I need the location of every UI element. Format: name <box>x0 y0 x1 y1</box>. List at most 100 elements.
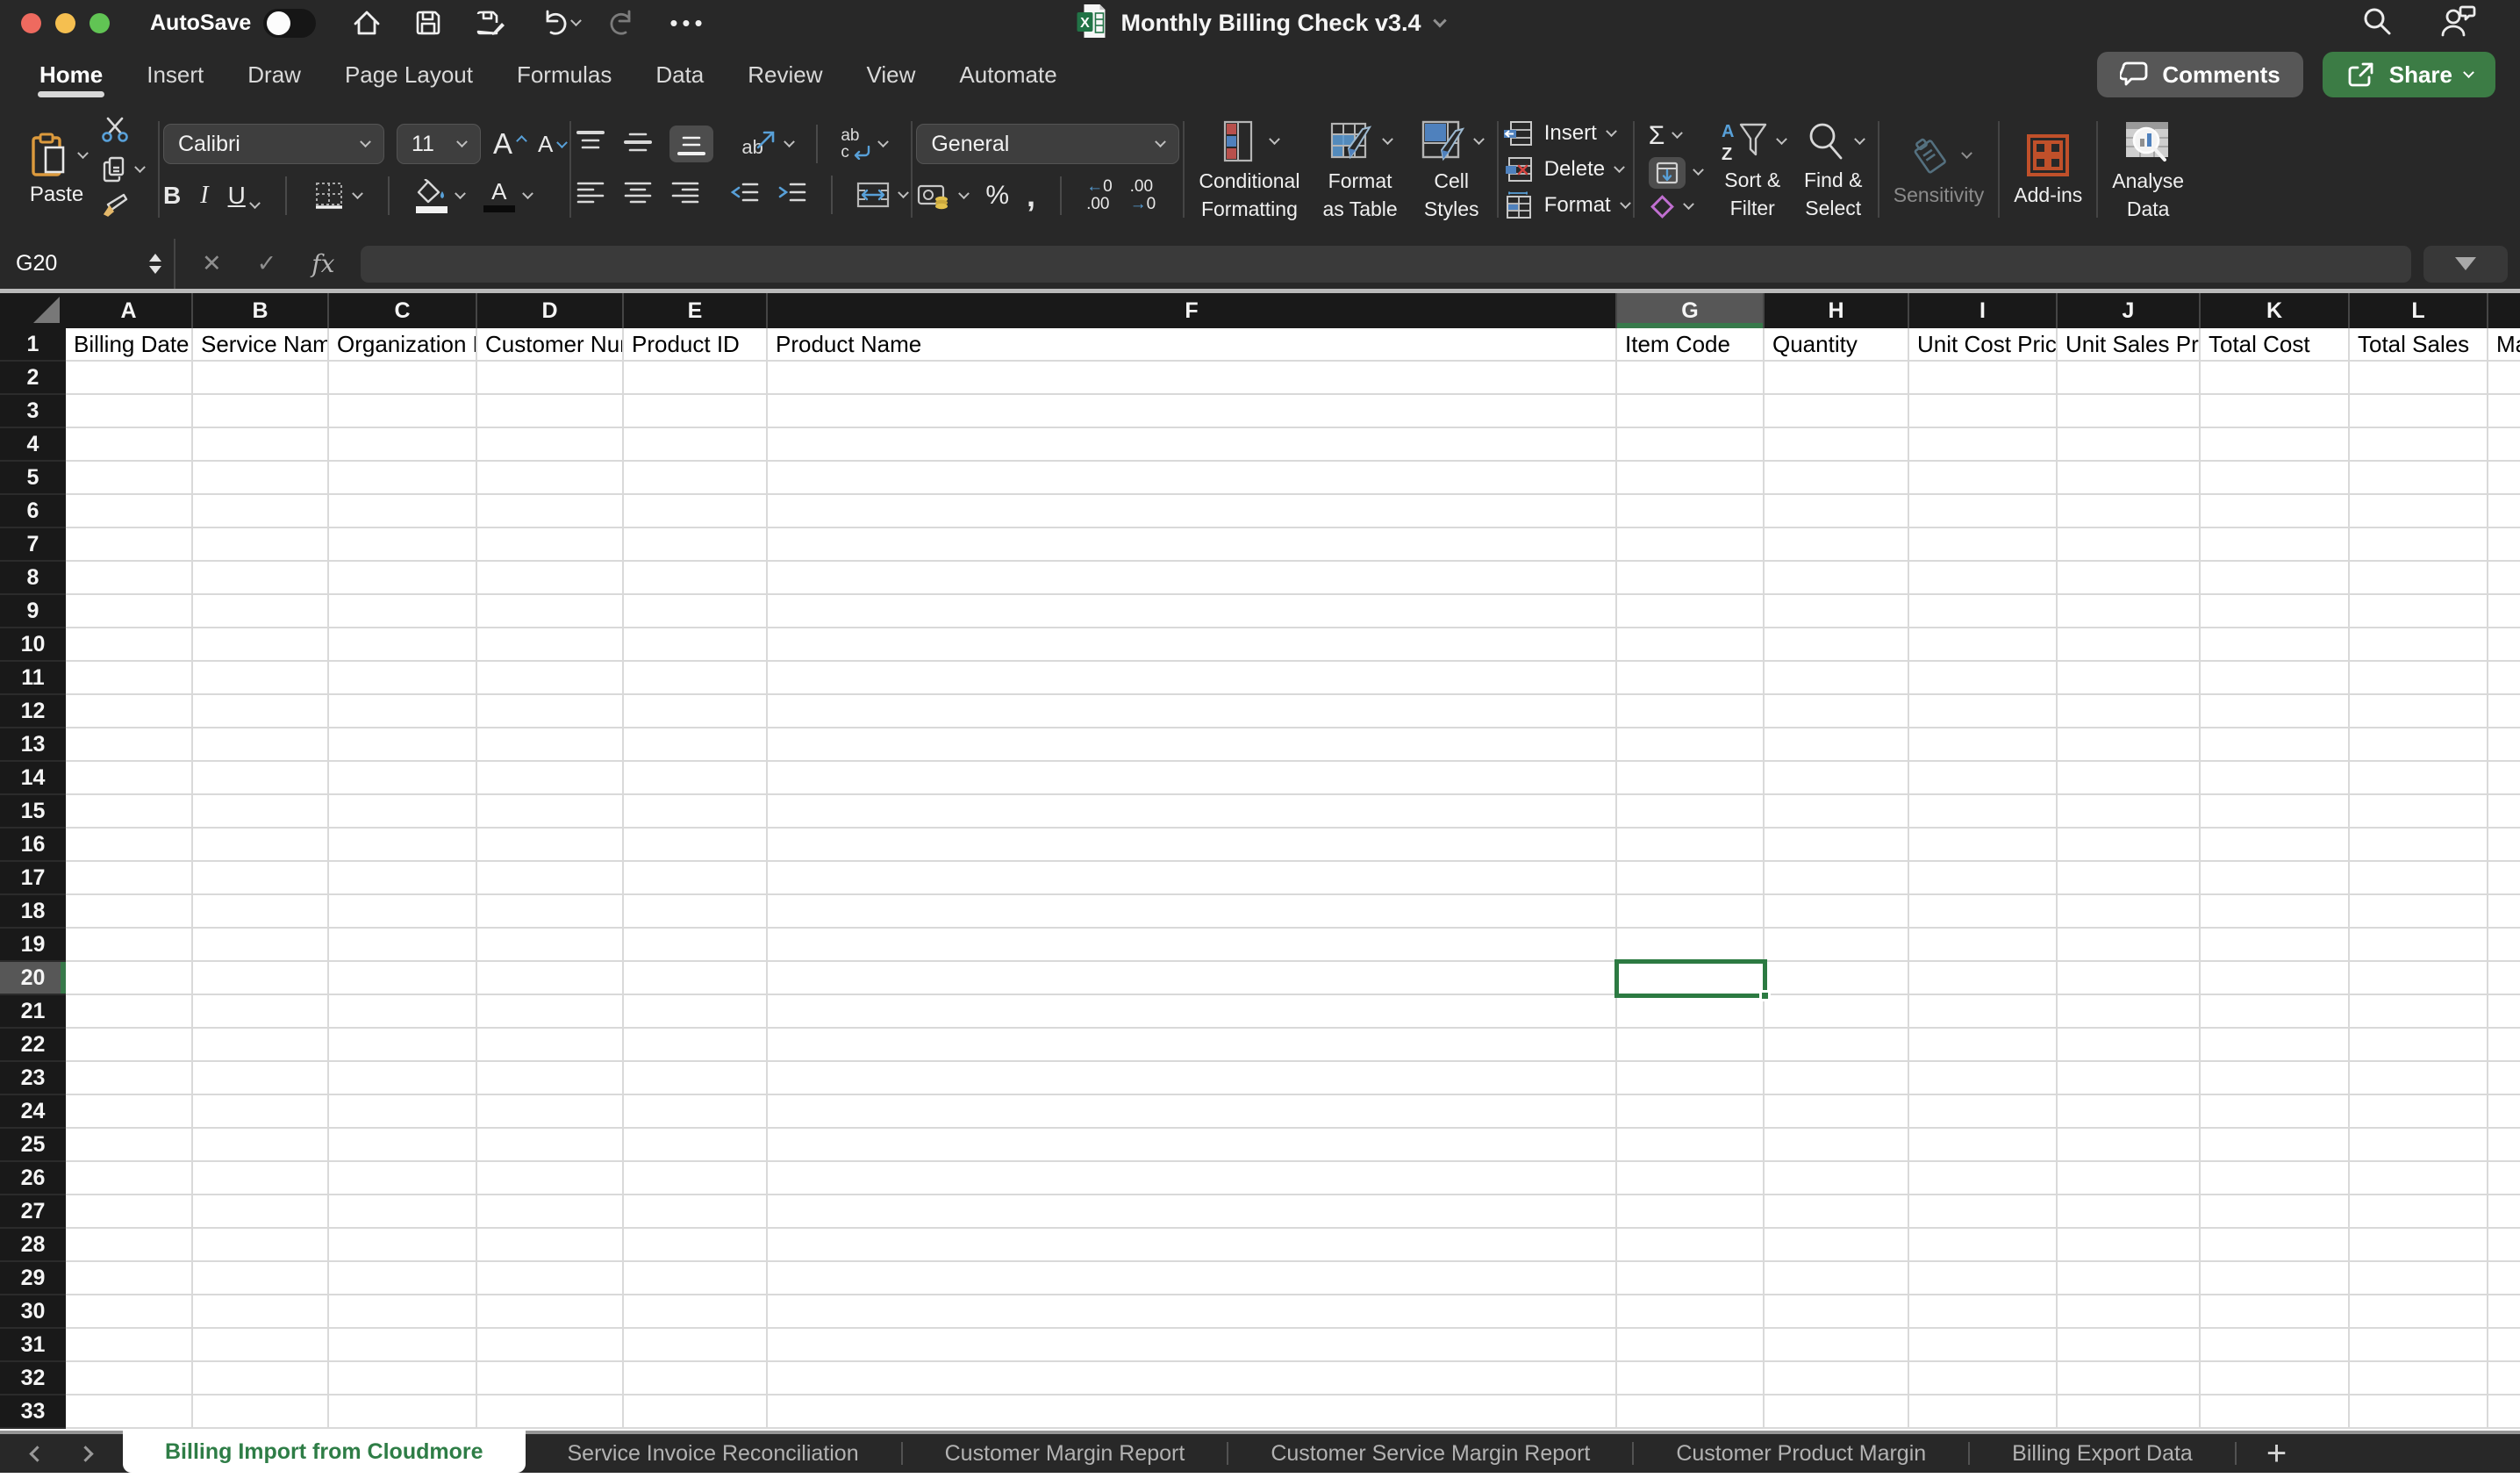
increase-font-size-button[interactable]: A <box>493 127 526 161</box>
cell-A24[interactable] <box>66 1095 193 1129</box>
cell-E28[interactable] <box>624 1229 768 1262</box>
cell-L18[interactable] <box>2350 895 2488 929</box>
cell-C10[interactable] <box>329 628 477 662</box>
cell-D32[interactable] <box>477 1362 624 1395</box>
cell-I33[interactable] <box>1909 1395 2058 1429</box>
cell-E24[interactable] <box>624 1095 768 1129</box>
cell-B4[interactable] <box>193 428 329 462</box>
cell-J15[interactable] <box>2058 795 2201 829</box>
cell-F4[interactable] <box>768 428 1617 462</box>
column-header-G[interactable]: G <box>1617 293 1765 328</box>
cell-J28[interactable] <box>2058 1229 2201 1262</box>
cell-E4[interactable] <box>624 428 768 462</box>
cell-B1[interactable]: Service Name <box>193 328 329 362</box>
cell-E11[interactable] <box>624 662 768 695</box>
cell-J3[interactable] <box>2058 395 2201 428</box>
cell-H26[interactable] <box>1765 1162 1909 1195</box>
cell-E9[interactable] <box>624 595 768 628</box>
delete-cells-button[interactable]: Delete <box>1502 155 1629 183</box>
cell-K14[interactable] <box>2201 762 2350 795</box>
cell-K21[interactable] <box>2201 995 2350 1029</box>
cell-F19[interactable] <box>768 929 1617 962</box>
cell-A27[interactable] <box>66 1195 193 1229</box>
cell-B33[interactable] <box>193 1395 329 1429</box>
sort-filter-button[interactable]: AZ Sort & Filter <box>1720 119 1786 219</box>
cell-B21[interactable] <box>193 995 329 1029</box>
cell-I29[interactable] <box>1909 1262 2058 1295</box>
cell-L2[interactable] <box>2350 362 2488 395</box>
sheet-tab-service-invoice-reconciliation[interactable]: Service Invoice Reconciliation <box>526 1434 901 1473</box>
cell-C4[interactable] <box>329 428 477 462</box>
cell-I2[interactable] <box>1909 362 2058 395</box>
cell-H30[interactable] <box>1765 1295 1909 1329</box>
cell-H4[interactable] <box>1765 428 1909 462</box>
cell-G27[interactable] <box>1617 1195 1765 1229</box>
cell-L4[interactable] <box>2350 428 2488 462</box>
cell-F10[interactable] <box>768 628 1617 662</box>
cell-C29[interactable] <box>329 1262 477 1295</box>
row-header-11[interactable]: 11 <box>0 662 66 695</box>
cell-G16[interactable] <box>1617 829 1765 862</box>
cell-C18[interactable] <box>329 895 477 929</box>
cell-G25[interactable] <box>1617 1129 1765 1162</box>
cell-G17[interactable] <box>1617 862 1765 895</box>
cell-C12[interactable] <box>329 695 477 728</box>
cell-E25[interactable] <box>624 1129 768 1162</box>
cell-J17[interactable] <box>2058 862 2201 895</box>
cell-H19[interactable] <box>1765 929 1909 962</box>
format-as-table-button[interactable]: Format as Table <box>1322 118 1397 220</box>
cell-A11[interactable] <box>66 662 193 695</box>
cell-A5[interactable] <box>66 462 193 495</box>
cell-L6[interactable] <box>2350 495 2488 528</box>
merge-chevron-icon[interactable] <box>898 187 909 198</box>
cell-M28[interactable] <box>2488 1229 2520 1262</box>
cell-I21[interactable] <box>1909 995 2058 1029</box>
cell-J18[interactable] <box>2058 895 2201 929</box>
cell-B3[interactable] <box>193 395 329 428</box>
analyse-data-button[interactable]: Analyse Data <box>2112 118 2184 220</box>
cell-B6[interactable] <box>193 495 329 528</box>
conditional-formatting-button[interactable]: Conditional Formatting <box>1199 118 1299 220</box>
close-window-button[interactable] <box>21 13 41 33</box>
more-commands-icon[interactable]: ••• <box>669 10 706 37</box>
cell-F24[interactable] <box>768 1095 1617 1129</box>
cell-M4[interactable] <box>2488 428 2520 462</box>
cell-K22[interactable] <box>2201 1029 2350 1062</box>
cell-M5[interactable] <box>2488 462 2520 495</box>
cell-C22[interactable] <box>329 1029 477 1062</box>
cell-B9[interactable] <box>193 595 329 628</box>
cell-A7[interactable] <box>66 528 193 562</box>
cell-C5[interactable] <box>329 462 477 495</box>
cell-J14[interactable] <box>2058 762 2201 795</box>
cell-C15[interactable] <box>329 795 477 829</box>
cell-G29[interactable] <box>1617 1262 1765 1295</box>
cell-A22[interactable] <box>66 1029 193 1062</box>
cell-D14[interactable] <box>477 762 624 795</box>
cell-H12[interactable] <box>1765 695 1909 728</box>
cell-I30[interactable] <box>1909 1295 2058 1329</box>
cell-J24[interactable] <box>2058 1095 2201 1129</box>
cell-C17[interactable] <box>329 862 477 895</box>
cell-D30[interactable] <box>477 1295 624 1329</box>
cell-F33[interactable] <box>768 1395 1617 1429</box>
cell-H22[interactable] <box>1765 1029 1909 1062</box>
cell-H13[interactable] <box>1765 728 1909 762</box>
cell-B19[interactable] <box>193 929 329 962</box>
cell-L8[interactable] <box>2350 562 2488 595</box>
cell-A17[interactable] <box>66 862 193 895</box>
cell-M20[interactable] <box>2488 962 2520 995</box>
cell-F28[interactable] <box>768 1229 1617 1262</box>
font-name-select[interactable]: Calibri <box>163 124 384 164</box>
column-header-E[interactable]: E <box>624 293 768 328</box>
insert-function-icon[interactable]: fx <box>311 249 334 278</box>
zoom-window-button[interactable] <box>89 13 110 33</box>
cell-J1[interactable]: Unit Sales Price <box>2058 328 2201 362</box>
comments-button[interactable]: Comments <box>2097 52 2302 97</box>
accounting-chevron-icon[interactable] <box>958 188 970 199</box>
cell-F17[interactable] <box>768 862 1617 895</box>
cell-B26[interactable] <box>193 1162 329 1195</box>
cell-B2[interactable] <box>193 362 329 395</box>
orientation-button[interactable]: ab <box>741 129 793 159</box>
cell-A26[interactable] <box>66 1162 193 1195</box>
cell-D18[interactable] <box>477 895 624 929</box>
